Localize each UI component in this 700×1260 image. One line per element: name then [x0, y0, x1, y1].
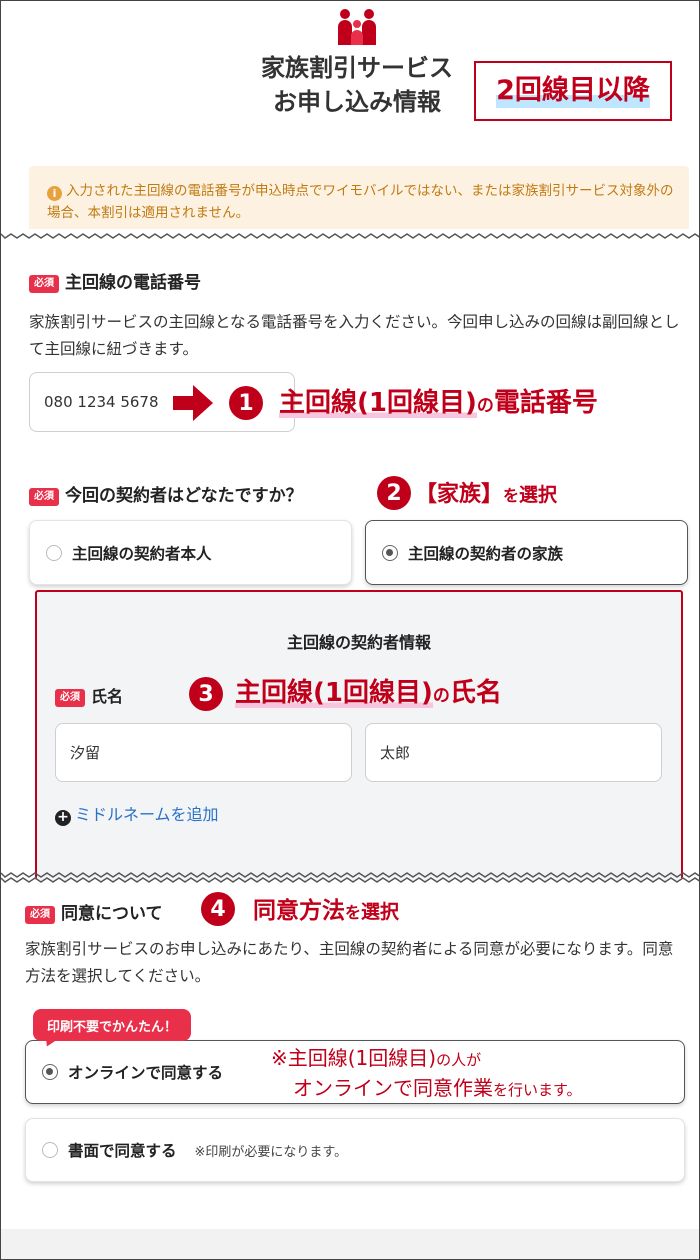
annotation-3-tail: 氏名	[449, 678, 502, 708]
main-line-phone-value: 080 1234 5678	[44, 393, 159, 411]
arrow-right-icon	[173, 385, 213, 421]
line-count-badge-text: 2回線目以降	[496, 74, 650, 108]
step-2-marker: 2	[377, 476, 411, 510]
annotation-2-suffix: を	[503, 486, 520, 505]
contractor-option-family[interactable]: 主回線の契約者の家族	[365, 520, 688, 585]
annotation-5-line-2-main: オンラインで同意作業	[293, 1076, 493, 1100]
contractor-label-row: 必須 今回の契約者はどなたですか？	[29, 481, 303, 506]
required-tag: 必須	[55, 689, 85, 707]
radio-selected[interactable]	[42, 1064, 58, 1080]
consent-option-paper-note: ※印刷が必要になります。	[194, 1144, 348, 1160]
contractor-label: 今回の契約者はどなたですか？	[65, 486, 303, 506]
step-1-marker: 1	[229, 386, 263, 420]
annotation-1-suffix: の	[476, 396, 494, 416]
annotation-3: 主回線(1回線目)の氏名	[235, 673, 502, 716]
last-name-value: 汐留	[70, 744, 101, 762]
consent-description: 家族割引サービスのお申し込みにあたり、主回線の契約者による同意が必要になります。…	[25, 940, 674, 985]
first-name-input[interactable]: 太郎	[365, 723, 662, 782]
annotation-5-line-2: オンラインで同意作業を行います。	[271, 1074, 582, 1104]
family-logo-icon	[338, 9, 376, 45]
notice-box: i 入力された主回線の電話番号が申込時点でワイモバイルではない、または家族割引サー…	[29, 166, 689, 232]
add-middle-name-label: ミドルネームを追加	[75, 805, 219, 824]
page-title: 家族割引サービス お申し込み情報	[241, 51, 473, 119]
annotation-5: ※主回線(1回線目)の人が オンラインで同意作業を行います。	[271, 1044, 582, 1104]
annotation-3-suffix: の	[432, 686, 450, 706]
contractor-option-self[interactable]: 主回線の契約者本人	[29, 520, 352, 585]
phone-label-row: 必須 主回線の電話番号	[29, 268, 201, 293]
radio-unselected[interactable]	[46, 544, 62, 561]
wave-divider	[1, 229, 699, 239]
annotation-2-main: 【家族】	[415, 482, 504, 507]
info-icon: i	[47, 186, 62, 201]
line-count-badge: 2回線目以降	[474, 61, 672, 121]
last-name-input[interactable]: 汐留	[55, 723, 352, 782]
annotation-1-tail: 電話番号	[493, 388, 598, 418]
annotation-5-line-1-suffix: の人が	[436, 1051, 482, 1069]
phone-label: 主回線の電話番号	[65, 273, 201, 293]
consent-label-row: 必須 同意について	[25, 899, 163, 924]
phone-description: 家族割引サービスの主回線となる電話番号を入力ください。今回申し込みの回線は副回線…	[29, 313, 680, 358]
promo-bubble: 印刷不要でかんたん！	[33, 1009, 192, 1041]
notice-text: 入力された主回線の電話番号が申込時点でワイモバイルではない、または家族割引サービ…	[47, 183, 674, 221]
title-line-1: 家族割引サービス	[261, 54, 453, 82]
bottom-band	[1, 1229, 699, 1259]
annotation-5-line-1: ※主回線(1回線目)の人が	[271, 1044, 582, 1074]
contractor-option-family-label: 主回線の契約者の家族	[408, 544, 564, 563]
title-line-2: お申し込み情報	[273, 88, 441, 116]
step-4-marker: 4	[201, 892, 235, 926]
required-tag: 必須	[29, 488, 59, 506]
annotation-3-main: 主回線(1回線目)	[235, 678, 433, 708]
wave-divider	[1, 872, 699, 893]
page-frame: 家族割引サービス お申し込み情報 2回線目以降 i 入力された主回線の電話番号が申…	[0, 0, 700, 1260]
contractor-option-self-label: 主回線の契約者本人	[72, 544, 212, 563]
consent-option-paper[interactable]: 書面で同意する ※印刷が必要になります。	[25, 1118, 685, 1182]
annotation-1: 主回線(1回線目)の電話番号	[279, 383, 598, 426]
annotation-1-main: 主回線(1回線目)	[279, 388, 477, 418]
add-middle-name-link[interactable]: + ミドルネームを追加	[55, 801, 219, 826]
plus-circle-icon: +	[55, 810, 71, 826]
name-label-row: 必須 氏名	[55, 683, 123, 707]
first-name-value: 太郎	[380, 744, 411, 762]
radio-selected[interactable]	[382, 544, 398, 561]
radio-unselected[interactable]	[42, 1142, 58, 1158]
annotation-4-main: 同意方法	[253, 898, 345, 924]
contractor-info-title: 主回線の契約者情報	[286, 633, 431, 652]
annotation-2-tail: 選択	[519, 484, 558, 506]
annotation-5-line-1-main: ※主回線(1回線目)	[271, 1046, 437, 1070]
annotation-4-suffix: を	[345, 903, 362, 922]
consent-option-paper-label: 書面で同意する	[68, 1142, 177, 1160]
name-label: 氏名	[91, 687, 124, 706]
consent-label: 同意について	[61, 904, 163, 924]
required-tag: 必須	[25, 906, 55, 924]
step-3-marker: 3	[189, 677, 223, 711]
required-tag: 必須	[29, 275, 59, 293]
consent-option-online-label: オンラインで同意する	[68, 1064, 224, 1082]
annotation-5-line-2-suffix: を行います。	[493, 1081, 582, 1099]
annotation-2: 【家族】を選択	[415, 478, 557, 513]
annotation-4: 同意方法を選択	[253, 893, 399, 931]
annotation-4-tail: 選択	[361, 901, 400, 923]
